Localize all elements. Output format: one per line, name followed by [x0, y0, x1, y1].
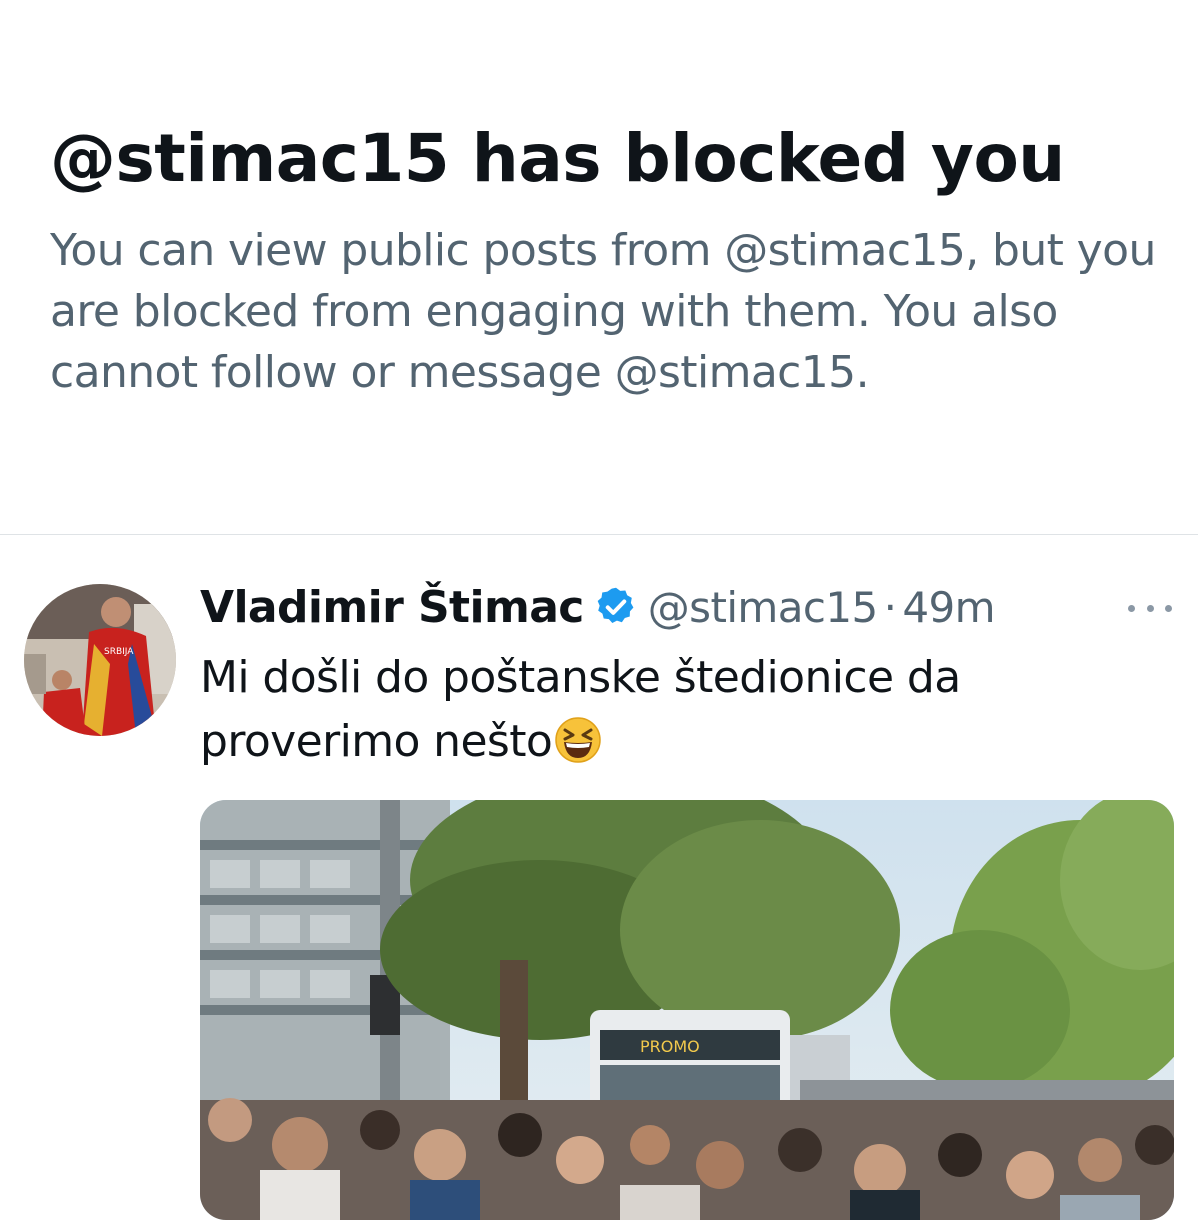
avatar-image: SRBIJA	[24, 584, 176, 736]
grinning-squinting-face-icon	[555, 717, 601, 763]
post-media-video[interactable]: PROMO	[200, 800, 1174, 1220]
divider	[0, 534, 1198, 535]
verified-badge-icon	[597, 587, 634, 623]
post-timestamp[interactable]: 49m	[902, 583, 995, 632]
blocked-description: You can view public posts from @stimac15…	[50, 225, 1156, 398]
post-header: Vladimir Štimac @stimac15 · 49m	[200, 576, 996, 638]
post-text: Mi došli do poštanske štedionice da prov…	[200, 646, 1120, 774]
blocked-title: @stimac15 has blocked you	[50, 120, 1065, 197]
more-options-icon[interactable]	[1128, 598, 1172, 618]
media-frame: PROMO	[200, 800, 1174, 1220]
avatar-jersey-text: SRBIJA	[104, 647, 134, 657]
blocked-notice: @stimac15 has blocked you You can view p…	[50, 118, 1156, 403]
author-name[interactable]: Vladimir Štimac	[200, 582, 584, 633]
author-handle[interactable]: @stimac15	[648, 583, 878, 632]
bus-sign: PROMO	[640, 1037, 700, 1056]
separator-dot: ·	[883, 582, 897, 632]
avatar[interactable]: SRBIJA	[24, 584, 176, 736]
